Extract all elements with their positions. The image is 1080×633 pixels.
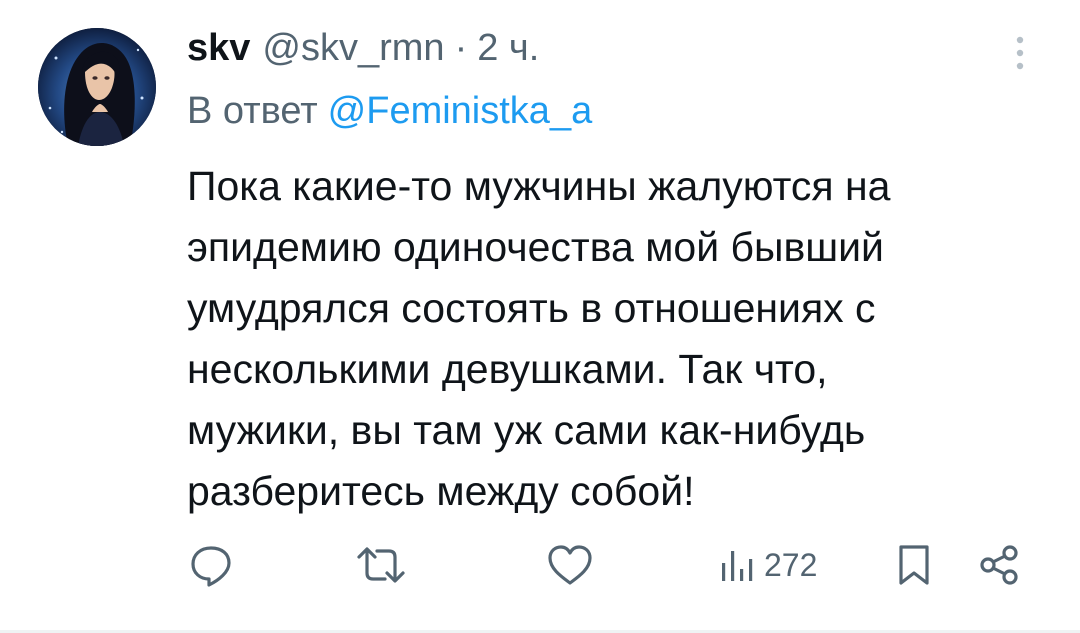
display-name[interactable]: skv	[187, 27, 250, 70]
user-handle[interactable]: @skv_rmn	[262, 27, 444, 70]
tweet-text-line: умудрялся состоять в отношениях с	[187, 285, 876, 331]
bookmark-button[interactable]	[896, 540, 932, 590]
views-icon	[722, 551, 753, 581]
retweet-button[interactable]	[353, 540, 409, 590]
avatar[interactable]	[38, 28, 156, 146]
tweet-text-line: разберитесь между собой!	[187, 468, 695, 514]
retweet-icon	[357, 547, 405, 583]
like-button[interactable]	[544, 540, 596, 590]
reply-mention-link[interactable]: @Feministka_a	[328, 90, 593, 132]
tweet-text-line: мужики, вы там уж сами как-нибудь	[187, 407, 866, 453]
more-options-icon[interactable]	[1010, 34, 1030, 74]
tweet-text-line: несколькими девушками. Так что,	[187, 346, 828, 392]
tweet[interactable]: skv @skv_rmn · 2 ч. В ответ @Feministka_a…	[0, 0, 1080, 633]
share-icon	[980, 545, 1018, 585]
tweet-header: skv @skv_rmn · 2 ч.	[187, 22, 539, 74]
reply-prefix: В ответ	[187, 90, 318, 132]
tweet-text: Пока какие-то мужчины жалуются на эпидем…	[187, 156, 1047, 522]
reply-button[interactable]	[187, 540, 235, 590]
reply-context: В ответ @Feministka_a	[187, 90, 592, 133]
reply-icon	[191, 546, 231, 587]
share-button[interactable]	[976, 540, 1024, 590]
timestamp[interactable]: 2 ч.	[477, 27, 539, 70]
separator-dot: ·	[454, 26, 468, 69]
tweet-text-line: Пока какие-то мужчины жалуются на	[187, 163, 891, 209]
avatar-image	[38, 28, 156, 146]
heart-icon	[548, 545, 592, 585]
tweet-text-line: эпидемию одиночества мой бывший	[187, 224, 884, 270]
views-button[interactable]: 272	[720, 540, 817, 590]
bookmark-icon	[899, 545, 929, 585]
views-count: 272	[764, 546, 818, 583]
